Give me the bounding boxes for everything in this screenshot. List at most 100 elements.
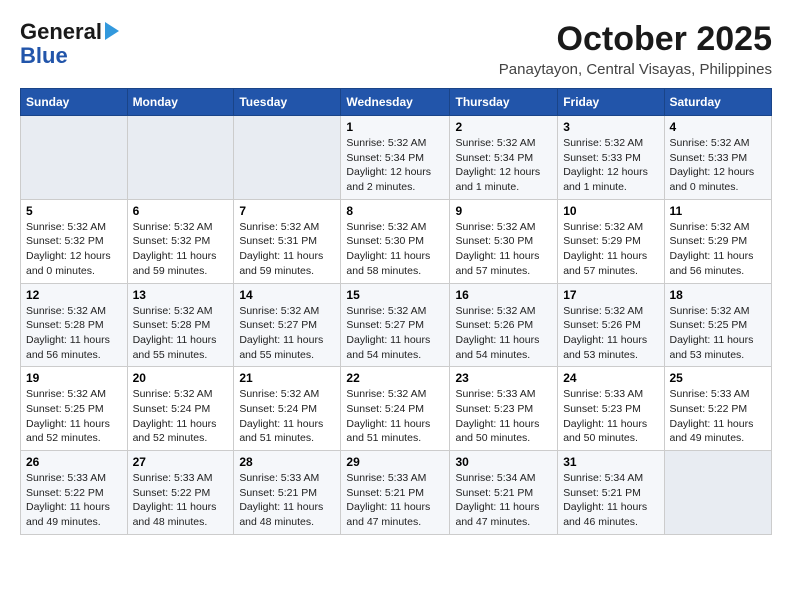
title-area: October 2025 Panaytayon, Central Visayas… [499, 20, 772, 78]
day-number: 1 [346, 120, 444, 134]
day-number: 15 [346, 288, 444, 302]
day-header-friday: Friday [558, 89, 664, 116]
logo: General Blue [20, 20, 119, 68]
day-number: 29 [346, 455, 444, 469]
header: General Blue October 2025 Panaytayon, Ce… [20, 20, 772, 78]
calendar-cell: 10Sunrise: 5:32 AMSunset: 5:29 PMDayligh… [558, 199, 664, 283]
day-info: Sunrise: 5:32 AMSunset: 5:33 PMDaylight:… [563, 136, 658, 195]
calendar-cell: 4Sunrise: 5:32 AMSunset: 5:33 PMDaylight… [664, 116, 772, 200]
calendar-cell: 17Sunrise: 5:32 AMSunset: 5:26 PMDayligh… [558, 283, 664, 367]
day-number: 10 [563, 204, 658, 218]
day-number: 11 [670, 204, 767, 218]
day-number: 21 [239, 371, 335, 385]
day-number: 28 [239, 455, 335, 469]
location-title: Panaytayon, Central Visayas, Philippines [499, 61, 772, 78]
day-info: Sunrise: 5:32 AMSunset: 5:31 PMDaylight:… [239, 220, 335, 279]
day-number: 5 [26, 204, 122, 218]
day-number: 26 [26, 455, 122, 469]
calendar-cell: 3 Sunrise: 5:32 AMSunset: 5:33 PMDaylight… [558, 116, 664, 200]
calendar-cell: 19 Sunrise: 5:32 AMSunset: 5:25 PMDayligh… [21, 367, 128, 451]
calendar-cell: 16 Sunrise: 5:32 AMSunset: 5:26 PMDayligh… [450, 283, 558, 367]
day-info: Sunrise: 5:33 AMSunset: 5:23 PMDaylight:… [563, 387, 658, 446]
week-row-2: 5 Sunrise: 5:32 AMSunset: 5:32 PMDaylight… [21, 199, 772, 283]
day-info: Sunrise: 5:33 AMSunset: 5:22 PMDaylight:… [670, 387, 767, 446]
day-info: Sunrise: 5:32 AMSunset: 5:32 PMDaylight:… [133, 220, 229, 279]
calendar-cell: 23 Sunrise: 5:33 AMSunset: 5:23 PMDayligh… [450, 367, 558, 451]
day-number: 30 [455, 455, 552, 469]
day-info: Sunrise: 5:32 AMSunset: 5:25 PMDaylight:… [26, 387, 122, 446]
day-info: Sunrise: 5:34 AMSunset: 5:21 PMDaylight:… [563, 471, 658, 530]
day-number: 16 [455, 288, 552, 302]
day-number: 23 [455, 371, 552, 385]
day-info: Sunrise: 5:32 AMSunset: 5:34 PMDaylight:… [455, 136, 552, 195]
day-header-wednesday: Wednesday [341, 89, 450, 116]
day-number: 2 [455, 120, 552, 134]
calendar-cell: 1 Sunrise: 5:32 AMSunset: 5:34 PMDaylight… [341, 116, 450, 200]
week-row-3: 12Sunrise: 5:32 AMSunset: 5:28 PMDayligh… [21, 283, 772, 367]
calendar-cell: 24 Sunrise: 5:33 AMSunset: 5:23 PMDayligh… [558, 367, 664, 451]
logo-blue: Blue [20, 44, 68, 68]
day-info: Sunrise: 5:32 AMSunset: 5:24 PMDaylight:… [346, 387, 444, 446]
week-row-1: 1 Sunrise: 5:32 AMSunset: 5:34 PMDaylight… [21, 116, 772, 200]
day-number: 31 [563, 455, 658, 469]
calendar-cell: 12Sunrise: 5:32 AMSunset: 5:28 PMDayligh… [21, 283, 128, 367]
calendar-cell [234, 116, 341, 200]
day-info: Sunrise: 5:32 AMSunset: 5:34 PMDaylight:… [346, 136, 444, 195]
day-info: Sunrise: 5:34 AMSunset: 5:21 PMDaylight:… [455, 471, 552, 530]
day-number: 8 [346, 204, 444, 218]
calendar-cell: 18Sunrise: 5:32 AMSunset: 5:25 PMDayligh… [664, 283, 772, 367]
day-number: 4 [670, 120, 767, 134]
day-number: 6 [133, 204, 229, 218]
day-info: Sunrise: 5:32 AMSunset: 5:26 PMDaylight:… [563, 304, 658, 363]
day-header-monday: Monday [127, 89, 234, 116]
day-header-tuesday: Tuesday [234, 89, 341, 116]
calendar-cell: 13Sunrise: 5:32 AMSunset: 5:28 PMDayligh… [127, 283, 234, 367]
calendar-cell: 5 Sunrise: 5:32 AMSunset: 5:32 PMDaylight… [21, 199, 128, 283]
day-info: Sunrise: 5:32 AMSunset: 5:30 PMDaylight:… [455, 220, 552, 279]
month-title: October 2025 [499, 20, 772, 59]
day-number: 20 [133, 371, 229, 385]
day-info: Sunrise: 5:33 AMSunset: 5:23 PMDaylight:… [455, 387, 552, 446]
calendar-cell: 30 Sunrise: 5:34 AMSunset: 5:21 PMDayligh… [450, 451, 558, 535]
day-number: 27 [133, 455, 229, 469]
day-info: Sunrise: 5:32 AMSunset: 5:24 PMDaylight:… [239, 387, 335, 446]
calendar-cell: 2 Sunrise: 5:32 AMSunset: 5:34 PMDaylight… [450, 116, 558, 200]
day-info: Sunrise: 5:32 AMSunset: 5:32 PMDaylight:… [26, 220, 122, 279]
day-info: Sunrise: 5:32 AMSunset: 5:30 PMDaylight:… [346, 220, 444, 279]
calendar-cell: 29 Sunrise: 5:33 AMSunset: 5:21 PMDayligh… [341, 451, 450, 535]
day-info: Sunrise: 5:32 AMSunset: 5:29 PMDaylight:… [670, 220, 767, 279]
day-info: Sunrise: 5:32 AMSunset: 5:24 PMDaylight:… [133, 387, 229, 446]
day-number: 18 [670, 288, 767, 302]
day-number: 24 [563, 371, 658, 385]
day-number: 9 [455, 204, 552, 218]
calendar-cell: 9 Sunrise: 5:32 AMSunset: 5:30 PMDaylight… [450, 199, 558, 283]
day-number: 22 [346, 371, 444, 385]
day-info: Sunrise: 5:32 AMSunset: 5:28 PMDaylight:… [26, 304, 122, 363]
calendar-cell [21, 116, 128, 200]
calendar-cell: 28 Sunrise: 5:33 AMSunset: 5:21 PMDayligh… [234, 451, 341, 535]
calendar-cell: 20 Sunrise: 5:32 AMSunset: 5:24 PMDayligh… [127, 367, 234, 451]
calendar-cell: 8 Sunrise: 5:32 AMSunset: 5:30 PMDaylight… [341, 199, 450, 283]
calendar-cell: 7 Sunrise: 5:32 AMSunset: 5:31 PMDaylight… [234, 199, 341, 283]
day-info: Sunrise: 5:33 AMSunset: 5:21 PMDaylight:… [346, 471, 444, 530]
calendar-cell: 14 Sunrise: 5:32 AMSunset: 5:27 PMDayligh… [234, 283, 341, 367]
calendar-cell: 22 Sunrise: 5:32 AMSunset: 5:24 PMDayligh… [341, 367, 450, 451]
calendar-cell: 25Sunrise: 5:33 AMSunset: 5:22 PMDayligh… [664, 367, 772, 451]
calendar-cell: 6 Sunrise: 5:32 AMSunset: 5:32 PMDaylight… [127, 199, 234, 283]
day-header-sunday: Sunday [21, 89, 128, 116]
day-info: Sunrise: 5:33 AMSunset: 5:22 PMDaylight:… [26, 471, 122, 530]
week-row-5: 26 Sunrise: 5:33 AMSunset: 5:22 PMDayligh… [21, 451, 772, 535]
calendar-cell [127, 116, 234, 200]
day-info: Sunrise: 5:32 AMSunset: 5:26 PMDaylight:… [455, 304, 552, 363]
day-number: 14 [239, 288, 335, 302]
day-number: 19 [26, 371, 122, 385]
day-info: Sunrise: 5:32 AMSunset: 5:27 PMDaylight:… [239, 304, 335, 363]
day-header-thursday: Thursday [450, 89, 558, 116]
calendar-cell: 21 Sunrise: 5:32 AMSunset: 5:24 PMDayligh… [234, 367, 341, 451]
logo-text: General [20, 20, 102, 44]
calendar-cell: 31 Sunrise: 5:34 AMSunset: 5:21 PMDayligh… [558, 451, 664, 535]
day-number: 7 [239, 204, 335, 218]
calendar-cell: 15Sunrise: 5:32 AMSunset: 5:27 PMDayligh… [341, 283, 450, 367]
day-info: Sunrise: 5:33 AMSunset: 5:21 PMDaylight:… [239, 471, 335, 530]
day-number: 3 [563, 120, 658, 134]
